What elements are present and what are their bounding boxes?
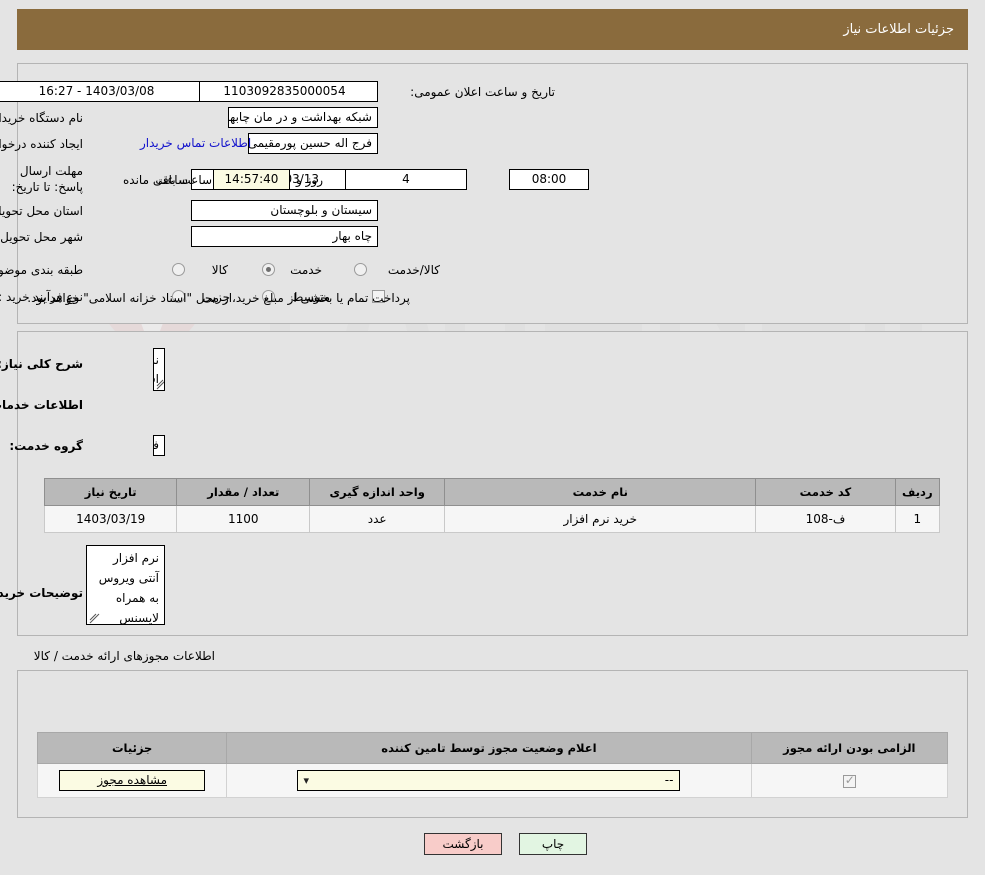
permit-status-select[interactable]: ▾ --: [297, 770, 681, 791]
category-label: طبقه بندی موضوعی:: [0, 263, 83, 277]
permit-required-checkbox: [842, 773, 856, 788]
deadline-label: مهلت ارسال پاسخ: تا تاریخ:: [11, 164, 83, 194]
general-desc-textarea[interactable]: نرم افزار لایسنس یکساله آنتی ویروس پادوی…: [153, 348, 165, 391]
th-permit-details: جزئیات: [36, 732, 228, 764]
view-permit-button[interactable]: مشاهده مجوز: [59, 770, 206, 791]
th-name: نام خدمت: [444, 478, 757, 506]
resize-grip-icon[interactable]: [89, 613, 100, 624]
radio-category-khedmat-label: خدمت: [290, 263, 322, 277]
city-value: چاه بهار: [191, 226, 378, 247]
radio-category-kala-khedmat-label: کالا/خدمت: [387, 263, 440, 277]
cell-name: خرید نرم افزار: [444, 505, 757, 533]
buyer-notes-value: نرم افزار آنتی ویروس به همراه لایسنس یکس…: [98, 551, 159, 625]
permit-header-row: الزامی بودن ارائه مجوز اعلام وضعیت مجوز …: [36, 732, 949, 764]
days-label: روز و: [296, 173, 323, 187]
need-number-value: 1103092835000054: [191, 81, 378, 102]
cell-qty: 1100: [176, 505, 311, 533]
public-announce-value: 1403/03/08 - 16:27: [0, 81, 200, 102]
buyer-notes-textarea[interactable]: نرم افزار آنتی ویروس به همراه لایسنس یکس…: [86, 545, 165, 625]
cell-radif: 1: [894, 505, 941, 533]
treasury-bond-label: پرداخت تمام یا بخشی از مبلغ خرید،از محل …: [27, 291, 410, 305]
th-permit-required: الزامی بودن ارائه مجوز: [750, 732, 949, 764]
page-title: جزئیات اطلاعات نیاز: [843, 22, 954, 37]
buyer-org-value: شبکه بهداشت و در مان چابهار: [228, 107, 378, 128]
th-need-date: تاریخ نیاز: [43, 478, 178, 506]
th-radif: ردیف: [894, 478, 941, 506]
permit-table: الزامی بودن ارائه مجوز اعلام وضعیت مجوز …: [36, 732, 949, 798]
permit-table-wrap: الزامی بودن ارائه مجوز اعلام وضعیت مجوز …: [36, 732, 949, 798]
cell-need-date: 1403/03/19: [43, 505, 178, 533]
radio-category-kala[interactable]: [172, 263, 185, 276]
services-info-title: اطلاعات خدمات مورد نیاز: [0, 398, 83, 412]
cell-code: ف-108: [755, 505, 896, 533]
buyer-notes-label: توضیحات خریدار:: [0, 586, 83, 600]
permit-status-value: --: [664, 773, 674, 787]
th-code: کد خدمت: [755, 478, 896, 506]
permit-section-heading: اطلاعات مجوزهای ارائه خدمت / کالا: [33, 649, 215, 663]
creator-value: فرج اله حسین پورمقیمی کارپردازی شبکه بهد…: [248, 133, 378, 154]
radio-category-kala-khedmat[interactable]: [354, 263, 367, 276]
service-group-value: فن آوری اطلاعات: [153, 435, 165, 456]
th-qty: تعداد / مقدار: [176, 478, 311, 506]
city-label: شهر محل تحویل:: [0, 230, 83, 244]
radio-category-khedmat[interactable]: [262, 263, 275, 276]
province-label: استان محل تحویل:: [0, 204, 83, 218]
buyer-contact-link[interactable]: اطلاعات تماس خریدار: [140, 136, 251, 150]
deadline-time-value: 08:00: [509, 169, 589, 190]
buyer-org-label: نام دستگاه خریدار:: [0, 111, 83, 125]
public-announce-label: تاریخ و ساعت اعلان عمومی:: [410, 85, 555, 99]
cell-permit-status: ▾ --: [226, 763, 752, 798]
table-header-row: ردیف کد خدمت نام خدمت واحد اندازه گیری ت…: [43, 478, 941, 506]
need-summary-panel: [17, 63, 968, 324]
general-desc-label: شرح کلی نیاز:: [0, 357, 83, 371]
th-permit-status: اعلام وضعیت مجوز توسط تامین کننده: [226, 732, 752, 764]
cell-unit: عدد: [309, 505, 446, 533]
province-value: سیستان و بلوچستان: [191, 200, 378, 221]
cell-permit-details: مشاهده مجوز: [36, 763, 228, 798]
services-table: ردیف کد خدمت نام خدمت واحد اندازه گیری ت…: [43, 478, 941, 533]
chevron-down-icon: ▾: [303, 774, 309, 787]
table-row: 1 ف-108 خرید نرم افزار عدد 1100 1403/03/…: [43, 505, 941, 533]
cell-permit-required: [750, 763, 949, 798]
print-button[interactable]: چاپ: [519, 833, 587, 855]
clock-remaining-value: 14:57:40: [213, 169, 290, 190]
creator-label: ایجاد کننده درخواست:: [0, 137, 83, 151]
th-unit: واحد اندازه گیری: [309, 478, 446, 506]
permit-row: ▾ -- مشاهده مجوز: [36, 763, 949, 798]
radio-category-kala-label: کالا: [211, 263, 228, 277]
back-button[interactable]: بازگشت: [424, 833, 502, 855]
service-group-label: گروه خدمت:: [9, 439, 83, 453]
remaining-suffix-label: ساعت باقی مانده: [123, 173, 213, 187]
general-desc-value: نرم افزار لایسنس یکساله آنتی ویروس پادوی…: [154, 353, 159, 386]
window-title-bar: جزئیات اطلاعات نیاز: [17, 9, 968, 50]
days-remaining-value: 4: [345, 169, 467, 190]
